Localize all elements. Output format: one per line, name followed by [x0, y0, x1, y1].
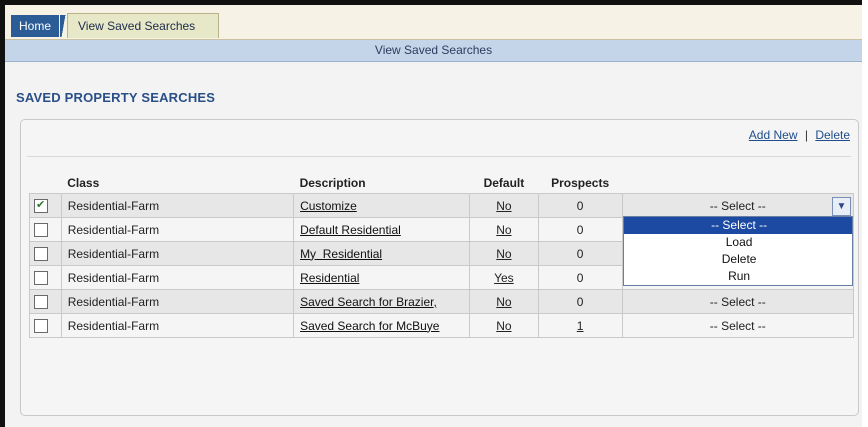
dropdown-option-delete[interactable]: Delete: [624, 251, 852, 268]
row-default-link[interactable]: No: [496, 223, 511, 237]
table-header-row: Class Description Default Prospects: [30, 173, 854, 194]
action-dropdown-list: -- Select -- Load Delete Run: [622, 216, 853, 286]
row-default-link[interactable]: No: [496, 319, 511, 333]
action-separator: |: [804, 128, 808, 142]
saved-searches-panel: Add New | Delete Class Description Defau…: [20, 119, 859, 416]
tab-view-saved-searches[interactable]: View Saved Searches: [67, 13, 219, 38]
header-class: Class: [67, 176, 100, 190]
row-checkbox[interactable]: [34, 246, 48, 261]
row-checkbox[interactable]: [34, 270, 48, 285]
row-default-link[interactable]: Yes: [494, 271, 514, 285]
header-default: Default: [483, 176, 525, 190]
action-select-value: -- Select --: [709, 198, 766, 213]
table-row: Residential-Farm Customize No 0 -- Selec…: [29, 193, 855, 286]
add-new-link[interactable]: Add New: [749, 128, 798, 142]
table-row: Residential-Farm Saved Search for McBuye…: [29, 313, 855, 338]
row-class: Residential-Farm: [60, 313, 295, 338]
row-description-link[interactable]: Residential: [300, 271, 359, 285]
dropdown-option-load[interactable]: Load: [624, 234, 852, 251]
tab-home[interactable]: Home: [11, 15, 60, 37]
row-description-link[interactable]: Default Residential: [300, 223, 401, 237]
row-prospects: 0: [537, 217, 623, 242]
header-checkbox-col: [30, 173, 62, 194]
action-select[interactable]: -- Select -- ▼: [623, 195, 853, 216]
row-class: Residential-Farm: [60, 193, 295, 218]
row-class: Residential-Farm: [60, 289, 295, 314]
action-select-value: -- Select --: [709, 318, 766, 333]
row-checkbox[interactable]: [34, 294, 48, 309]
header-action-col: [622, 173, 853, 194]
row-prospects: 0: [537, 265, 623, 290]
chevron-down-icon[interactable]: ▼: [832, 197, 851, 216]
panel-divider: [27, 156, 851, 157]
row-default-link[interactable]: No: [496, 199, 511, 213]
row-checkbox[interactable]: [34, 318, 48, 333]
row-prospects-link[interactable]: 1: [577, 319, 584, 333]
row-description-link[interactable]: Saved Search for McBuye: [300, 319, 439, 333]
saved-searches-table: Class Description Default Prospects Resi…: [29, 173, 855, 338]
panel-actions: Add New | Delete: [749, 128, 850, 142]
row-checkbox[interactable]: [34, 198, 48, 213]
row-checkbox[interactable]: [34, 222, 48, 237]
delete-link[interactable]: Delete: [815, 128, 850, 142]
row-class: Residential-Farm: [60, 241, 295, 266]
row-description-link[interactable]: Saved Search for Brazier,: [300, 295, 437, 309]
dropdown-option-select[interactable]: -- Select --: [623, 217, 852, 234]
section-title: SAVED PROPERTY SEARCHES: [16, 90, 216, 105]
row-class: Residential-Farm: [60, 217, 295, 242]
action-select[interactable]: -- Select --: [623, 291, 853, 312]
header-prospects: Prospects: [551, 176, 610, 190]
row-default-link[interactable]: No: [496, 247, 511, 261]
app-frame: Home View Saved Searches View Saved Sear…: [0, 0, 862, 427]
action-select-value: -- Select --: [709, 294, 766, 309]
row-default-link[interactable]: No: [496, 295, 511, 309]
dropdown-option-run[interactable]: Run: [624, 268, 852, 285]
tab-separator: [60, 15, 67, 37]
row-class: Residential-Farm: [60, 265, 295, 290]
tab-bar: Home View Saved Searches: [5, 5, 862, 40]
row-description-link[interactable]: Customize: [300, 199, 357, 213]
table-row: Residential-Farm Saved Search for Brazie…: [29, 289, 855, 314]
row-description-link[interactable]: My Residential: [300, 247, 382, 261]
header-description: Description: [299, 176, 366, 190]
action-select[interactable]: -- Select --: [623, 315, 853, 336]
row-prospects: 0: [537, 241, 623, 266]
row-prospects: 0: [537, 289, 623, 314]
row-prospects: 0: [537, 193, 623, 218]
page-subheader: View Saved Searches: [5, 40, 862, 62]
